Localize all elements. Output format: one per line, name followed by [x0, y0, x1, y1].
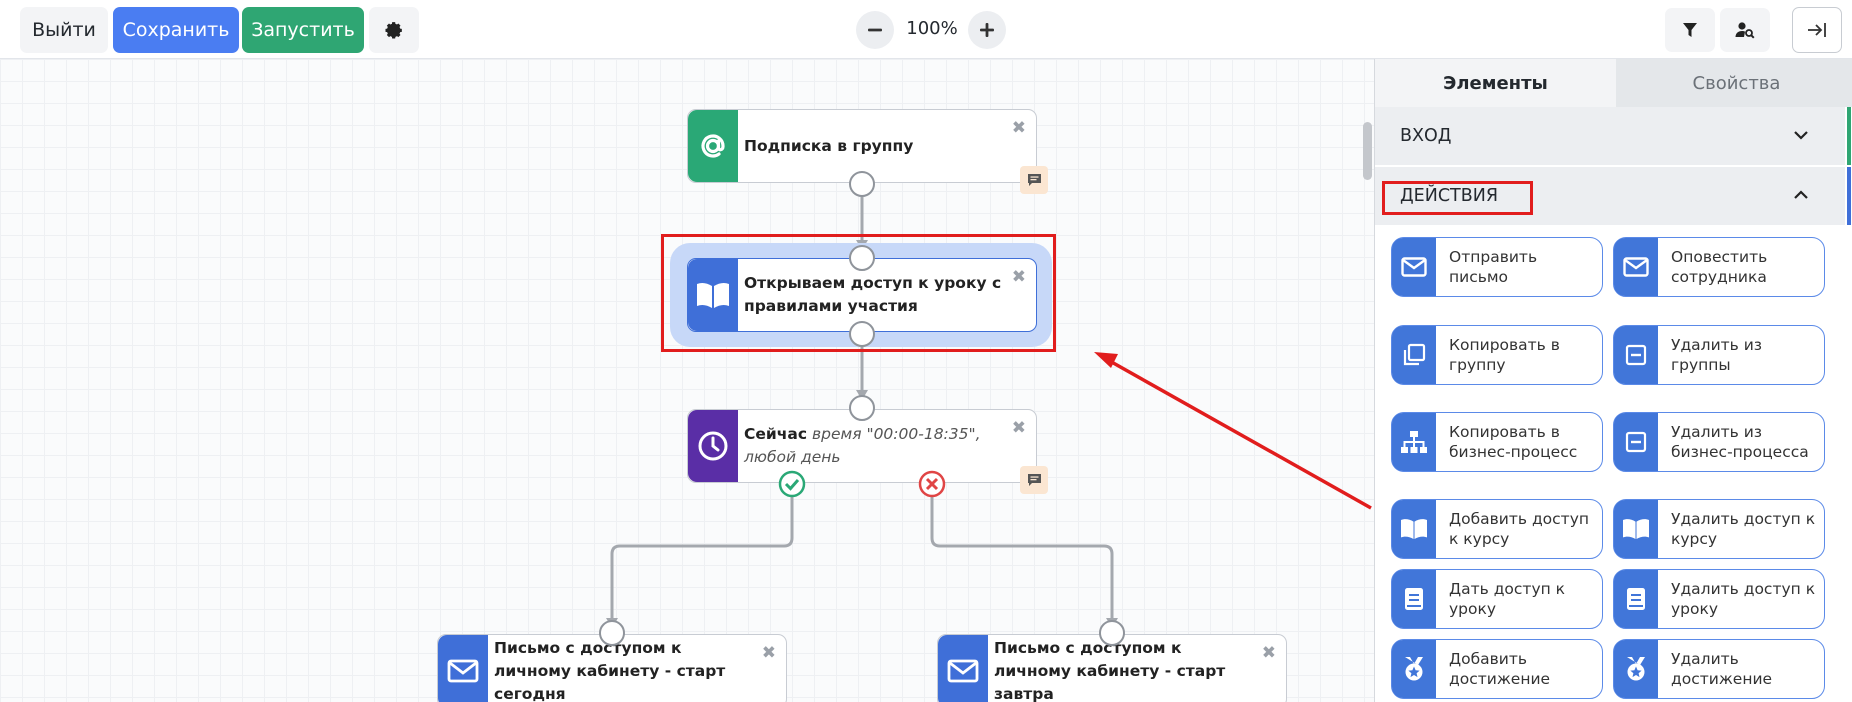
app-root: Выйти Сохранить Запустить 100% Подписка …: [0, 0, 1852, 702]
annotation-arrow-layer: [1094, 352, 1372, 510]
annotation-arrow-line: [1107, 358, 1372, 510]
